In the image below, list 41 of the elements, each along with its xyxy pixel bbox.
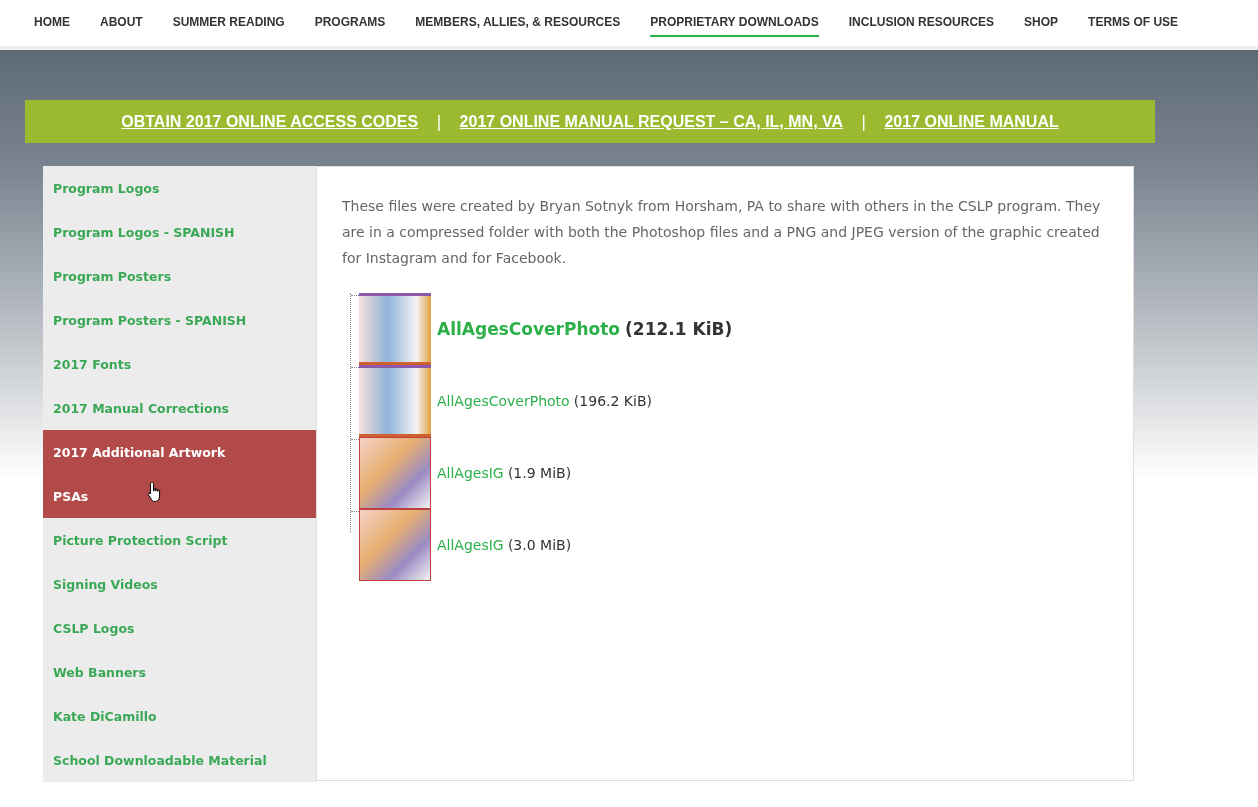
file-size-text: (1.9 MiB)	[507, 465, 572, 481]
sidebar-item[interactable]: Picture Protection Script	[43, 518, 316, 562]
image-placeholder[interactable]	[359, 437, 431, 509]
sidebar-item[interactable]: 2017 Fonts	[43, 342, 316, 386]
banner-link[interactable]: 2017 ONLINE MANUAL REQUEST – CA, IL, MN, VA	[459, 112, 844, 131]
sidebar-item[interactable]: Program Logos - SPANISH	[43, 210, 316, 254]
sidebar-item[interactable]: CSLP Logos	[43, 606, 316, 650]
file-size-text: (3.0 MiB)	[507, 537, 572, 553]
separator-text: |	[861, 112, 867, 131]
file-size-text: (196.2 KiB)	[573, 393, 652, 409]
file-link[interactable]: AllAgesIG	[437, 537, 504, 553]
nav-link[interactable]: PROPRIETARY DOWNLOADS	[650, 9, 819, 37]
banner-link[interactable]: OBTAIN 2017 ONLINE ACCESS CODES	[121, 112, 419, 131]
file-link[interactable]: AllAgesCoverPhoto	[437, 393, 570, 409]
sidebar-item[interactable]: Program Posters	[43, 254, 316, 298]
nav-link[interactable]: INCLUSION RESOURCES	[848, 9, 995, 37]
nav-link[interactable]: HOME	[34, 9, 70, 37]
sidebar-item[interactable]: 2017 Additional Artwork	[43, 430, 316, 474]
nav-link[interactable]: MEMBERS, ALLIES, & RESOURCES	[415, 9, 621, 37]
file-size-text: (212.1 KiB)	[625, 319, 733, 339]
sidebar-item[interactable]: Web Banners	[43, 650, 316, 694]
nav-link[interactable]: PROGRAMS	[314, 9, 386, 37]
sidebar-item[interactable]: School Downloadable Material	[43, 738, 316, 782]
sidebar-item[interactable]: Kate DiCamillo	[43, 694, 316, 738]
image-placeholder[interactable]	[359, 509, 431, 581]
file-link[interactable]: AllAgesIG	[437, 465, 504, 481]
file-link[interactable]: AllAgesCoverPhoto	[437, 319, 620, 339]
sidebar-item[interactable]: 2017 Manual Corrections	[43, 386, 316, 430]
image-placeholder[interactable]	[359, 293, 431, 365]
sidebar-item[interactable]: Program Logos	[43, 166, 316, 210]
nav-link[interactable]: TERMS OF USE	[1088, 9, 1179, 37]
separator-text: |	[436, 112, 442, 131]
sidebar-item[interactable]: Signing Videos	[43, 562, 316, 606]
nav-link[interactable]: SUMMER READING	[172, 9, 285, 37]
banner-link[interactable]: 2017 ONLINE MANUAL	[884, 112, 1059, 131]
nav-link[interactable]: SHOP	[1024, 9, 1059, 37]
sidebar-item[interactable]: Program Posters - SPANISH	[43, 298, 316, 342]
image-placeholder[interactable]	[359, 365, 431, 437]
sidebar-item[interactable]: PSAs	[43, 474, 316, 518]
description-text: These files were created by Bryan Sotnyk from Horsham, PA to share with others in the CSLP program. They are in a compressed folder with both the Photoshop files and a PNG and JPEG version of the graphic created for Instagram and for Facebook.	[342, 197, 1102, 268]
nav-link[interactable]: ABOUT	[100, 9, 143, 37]
